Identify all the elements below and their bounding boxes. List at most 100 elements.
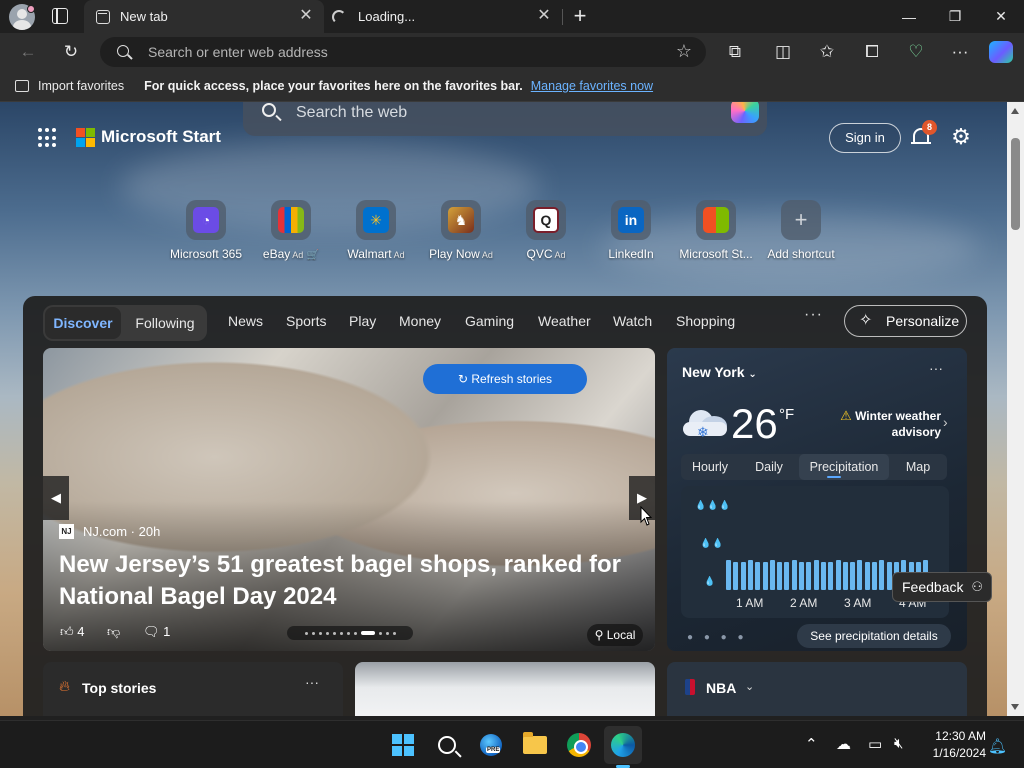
tab-new-tab[interactable]: New tab ✕ <box>84 0 324 33</box>
onedrive-cloud-icon[interactable]: ☁ <box>836 735 851 753</box>
hero-story-card[interactable]: ↻ Refresh stories ◀ ▶ NJ NJ.com · 20h Ne… <box>43 348 655 651</box>
minimize-button[interactable]: — <box>886 0 932 33</box>
page-scrollbar[interactable] <box>1007 102 1024 716</box>
brand-title[interactable]: Microsoft Start <box>101 127 221 147</box>
shortcut-play-now[interactable]: ♞ Play Now Ad <box>418 200 504 261</box>
weather-tab-hourly[interactable]: Hourly <box>681 454 739 480</box>
ad-badge: Ad <box>554 250 566 260</box>
scroll-down-arrow-icon[interactable] <box>1011 704 1019 710</box>
nav-more-button[interactable]: ··· <box>804 306 823 324</box>
weather-tab-precipitation[interactable]: Precipitation <box>799 454 889 480</box>
add-shortcut-button[interactable]: + Add shortcut <box>758 200 844 261</box>
nav-sports[interactable]: Sports <box>286 313 326 329</box>
shortcut-microsoft-365[interactable]: ◔ Microsoft 365 <box>163 200 249 261</box>
comments-button[interactable]: 🗨 1 <box>143 624 170 640</box>
add-favorite-star-icon[interactable]: ☆ <box>676 41 692 62</box>
weather-tab-map[interactable]: Map <box>889 454 947 480</box>
tab-close-icon[interactable]: ✕ <box>536 8 552 24</box>
address-bar[interactable]: Search or enter web address ☆ <box>100 37 706 67</box>
tab-close-icon[interactable]: ✕ <box>298 8 314 24</box>
taskbar-chrome[interactable] <box>564 730 594 760</box>
chevron-down-icon[interactable]: ⌄ <box>745 680 754 693</box>
back-arrow-icon[interactable]: ← <box>15 39 41 65</box>
collections-icon[interactable]: ⧠ <box>859 39 885 65</box>
tab-following[interactable]: Following <box>125 307 205 339</box>
tab-actions-icon[interactable] <box>52 8 68 24</box>
notifications-bell-icon[interactable]: 8 <box>910 120 937 148</box>
nav-watch[interactable]: Watch <box>613 313 652 329</box>
tab-loading[interactable]: Loading... ✕ <box>326 0 562 33</box>
top-stories-card[interactable]: 🔥︎ Top stories ··· <box>43 662 343 716</box>
favorites-icon[interactable]: ✩ <box>814 39 840 65</box>
taskbar-edge-preview[interactable] <box>476 730 506 760</box>
like-button[interactable]: 👍︎ 4 <box>60 624 84 640</box>
nav-money[interactable]: Money <box>399 313 441 329</box>
sign-in-button[interactable]: Sign in <box>829 123 901 153</box>
see-precipitation-details-button[interactable]: See precipitation details <box>797 624 951 648</box>
precipitation-bar <box>842 562 848 590</box>
shortcut-qvc[interactable]: Q QVC Ad <box>503 200 589 261</box>
refresh-icon[interactable]: ↻ <box>58 39 84 65</box>
weather-more-button[interactable]: ··· <box>929 360 943 376</box>
taskbar-file-explorer[interactable] <box>520 730 550 760</box>
taskbar-search-button[interactable] <box>432 730 462 760</box>
tab-discover[interactable]: Discover <box>45 307 121 339</box>
local-badge[interactable]: ⚲ Local <box>587 624 643 646</box>
nav-gaming[interactable]: Gaming <box>465 313 514 329</box>
weather-tab-daily[interactable]: Daily <box>739 454 799 480</box>
split-screen-icon[interactable]: ◫ <box>770 39 796 65</box>
notification-bell-icon[interactable]: 🔔︎ <box>988 737 1007 755</box>
copilot-icon[interactable] <box>989 41 1013 63</box>
scroll-up-arrow-icon[interactable] <box>1011 108 1019 114</box>
story-source[interactable]: NJ NJ.com · 20h <box>59 524 160 539</box>
personalize-button[interactable]: ✧ Personalize <box>844 305 967 337</box>
restore-button[interactable]: ❐ <box>932 0 978 33</box>
network-icon[interactable]: ▭ <box>868 735 882 753</box>
nav-play[interactable]: Play <box>349 313 376 329</box>
feedback-person-icon: ⚇ <box>971 579 983 594</box>
shortcut-microsoft-store[interactable]: Microsoft St... <box>673 200 759 261</box>
dislike-button[interactable]: 👎︎ <box>107 624 120 640</box>
new-tab-button[interactable]: + <box>570 3 590 29</box>
page-settings-gear-icon[interactable]: ⚙ <box>951 126 971 148</box>
edge-icon <box>611 733 635 757</box>
taskbar-edge[interactable] <box>608 730 638 760</box>
nav-weather[interactable]: Weather <box>538 313 591 329</box>
system-clock[interactable]: 12:30 AM 1/16/2024 <box>922 728 986 762</box>
chevron-right-icon[interactable]: › <box>943 414 948 430</box>
weather-city-selector[interactable]: New York ⌄ <box>682 364 757 380</box>
close-window-button[interactable]: ✕ <box>978 0 1024 33</box>
snow-story-card[interactable] <box>355 662 655 716</box>
volume-muted-icon[interactable]: 🔇︎ <box>894 735 903 752</box>
web-search-box[interactable]: Search the web <box>243 102 767 136</box>
shortcut-linkedin[interactable]: in LinkedIn <box>588 200 674 261</box>
top-stories-more-button[interactable]: ··· <box>305 674 319 690</box>
extensions-puzzle-icon[interactable]: ⧉ <box>722 39 748 65</box>
import-favorites-button[interactable]: Import favorites <box>38 79 124 93</box>
refresh-stories-button[interactable]: ↻ Refresh stories <box>423 364 587 394</box>
manage-favorites-link[interactable]: Manage favorites now <box>531 79 653 93</box>
scrollbar-thumb[interactable] <box>1011 138 1020 230</box>
nav-news[interactable]: News <box>228 313 263 329</box>
copilot-search-icon[interactable] <box>731 102 759 123</box>
start-button[interactable] <box>388 730 418 760</box>
browser-essentials-heart-icon[interactable]: ♡ <box>903 39 929 65</box>
heavy-rain-icon: 💧💧💧 <box>695 500 732 510</box>
weather-card[interactable]: New York ⌄ ··· ❄ 26 °F ⚠ Winter weather … <box>667 348 967 651</box>
nav-shopping[interactable]: Shopping <box>676 313 735 329</box>
carousel-indicator[interactable] <box>287 626 413 640</box>
show-hidden-icons-chevron[interactable]: ⌃ <box>805 735 818 753</box>
story-headline[interactable]: New Jersey’s 51 greatest bagel shops, ra… <box>59 549 639 613</box>
chevron-down-icon: ⌄ <box>748 369 757 380</box>
carousel-prev-button[interactable]: ◀ <box>43 476 69 520</box>
settings-more-icon[interactable]: ··· <box>947 39 973 65</box>
weather-unit[interactable]: °F <box>779 406 794 423</box>
shopping-cart-icon: 🛒 <box>306 250 320 261</box>
shortcut-ebay[interactable]: eBay Ad 🛒 <box>248 200 334 261</box>
app-launcher-icon[interactable] <box>38 128 58 148</box>
shortcut-walmart[interactable]: ✳ Walmart Ad <box>333 200 419 261</box>
feedback-button[interactable]: Feedback ⚇ <box>892 572 992 602</box>
weather-alert[interactable]: ⚠ Winter weather advisory <box>831 408 941 440</box>
weather-page-indicator[interactable]: ● ● ● ● <box>687 632 748 643</box>
nba-card[interactable]: NBA ⌄ <box>667 662 967 716</box>
